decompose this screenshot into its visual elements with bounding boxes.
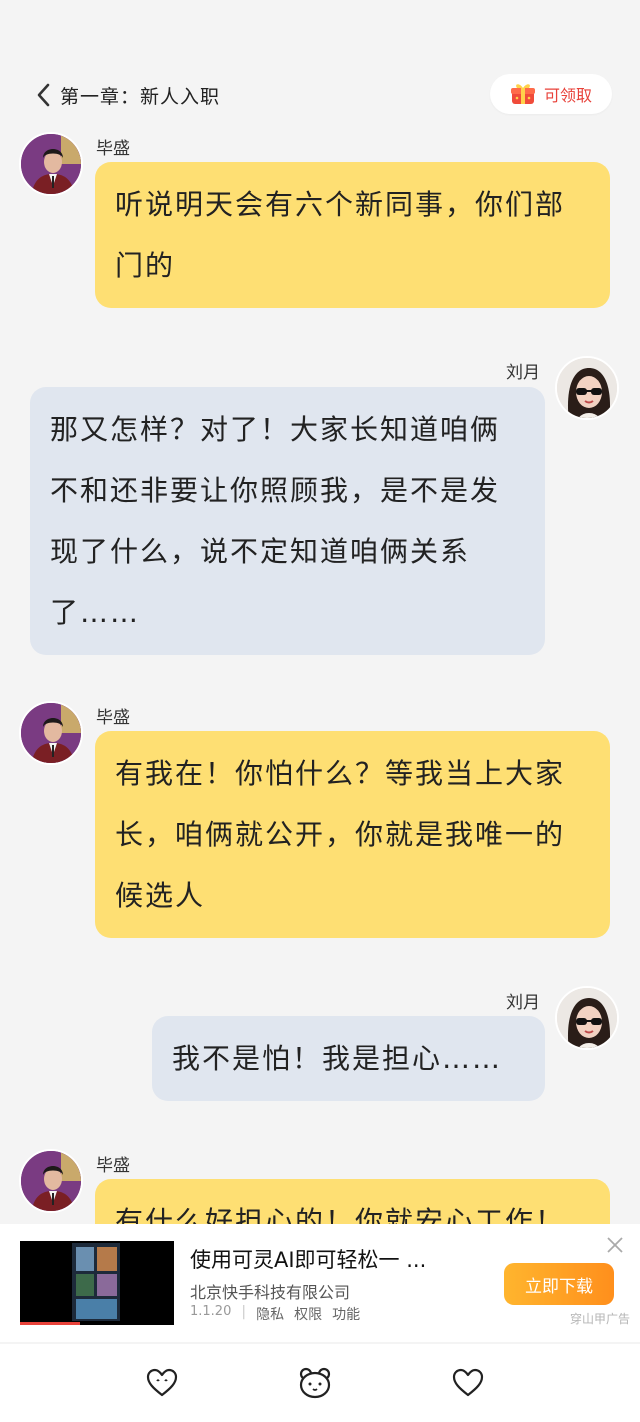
- speaker-name: 刘月: [506, 993, 540, 1013]
- heart-outline-icon[interactable]: [145, 1366, 179, 1400]
- close-icon[interactable]: [606, 1236, 624, 1254]
- heart-icon[interactable]: [451, 1366, 485, 1400]
- ad-title[interactable]: 使用可灵AI即可轻松一 ...: [190, 1244, 426, 1274]
- ad-meta: 1.1.20 | 隐私 权限 功能: [190, 1304, 360, 1324]
- claim-button[interactable]: 可领取: [490, 74, 612, 114]
- bear-face-icon[interactable]: [298, 1366, 332, 1400]
- avatar-male[interactable]: [19, 1149, 83, 1213]
- speaker-name: 毕盛: [96, 708, 130, 728]
- ad-version: 1.1.20: [190, 1304, 232, 1319]
- speaker-name: 毕盛: [96, 139, 130, 159]
- chapter-header: 第一章：新人入职 可领取: [0, 70, 640, 120]
- ad-source-label: 穿山甲广告: [569, 1312, 630, 1326]
- speaker-name: 刘月: [506, 363, 540, 383]
- ad-privacy-link[interactable]: 隐私: [256, 1304, 284, 1324]
- avatar-male[interactable]: [19, 701, 83, 765]
- ad-separator: |: [241, 1304, 247, 1320]
- ad-permissions-link[interactable]: 权限: [294, 1304, 322, 1324]
- ad-thumbnail[interactable]: [20, 1241, 174, 1325]
- claim-label: 可领取: [543, 86, 592, 105]
- chapter-title: 第一章：新人入职: [60, 86, 221, 108]
- ad-company: 北京快手科技有限公司: [190, 1283, 351, 1302]
- ad-banner[interactable]: 使用可灵AI即可轻松一 ... 北京快手科技有限公司 1.1.20 | 隐私 权…: [0, 1224, 640, 1342]
- ad-download-button[interactable]: 立即下载: [504, 1263, 614, 1305]
- ad-features-link[interactable]: 功能: [332, 1304, 360, 1324]
- message-bubble: 听说明天会有六个新同事，你们部门的: [95, 162, 610, 308]
- message-bubble: 那又怎样？对了！大家长知道咱俩不和还非要让你照顾我，是不是发现了什么，说不定知道…: [30, 387, 545, 655]
- avatar-female[interactable]: [555, 986, 619, 1050]
- back-icon[interactable]: [34, 82, 54, 108]
- speaker-name: 毕盛: [96, 1156, 130, 1176]
- message-bubble: 有我在！你怕什么？等我当上大家长，咱俩就公开，你就是我唯一的候选人: [95, 731, 610, 938]
- avatar-female[interactable]: [555, 356, 619, 420]
- message-bubble: 我不是怕！我是担心……: [152, 1016, 545, 1101]
- gift-icon: [510, 84, 535, 104]
- avatar-male[interactable]: [19, 132, 83, 196]
- bottom-bar: [0, 1344, 640, 1422]
